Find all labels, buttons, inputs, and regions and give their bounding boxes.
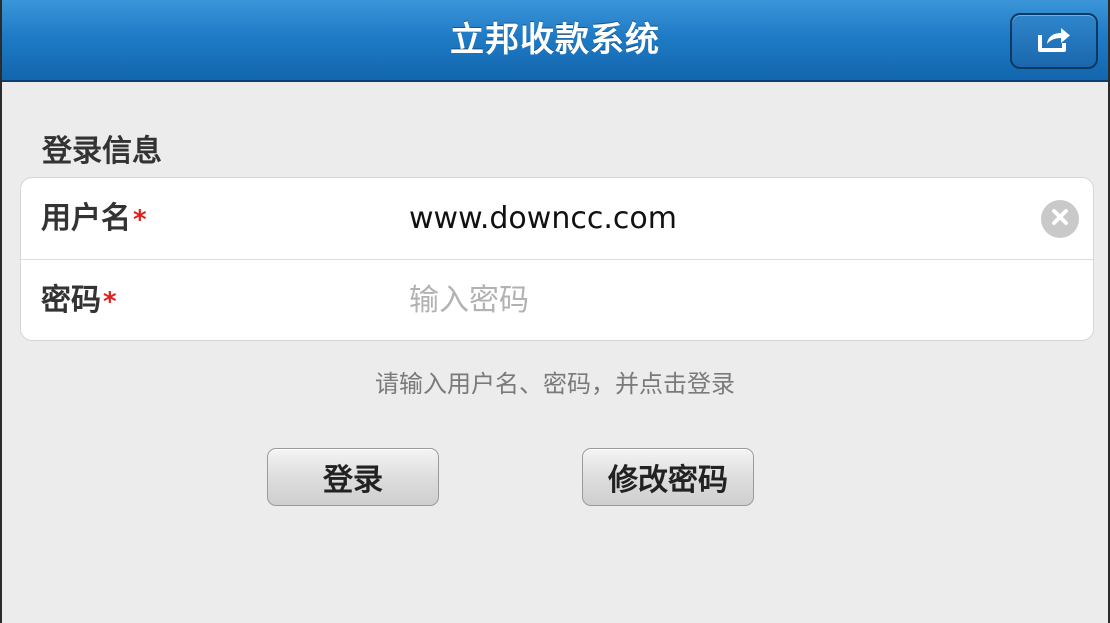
app-window: 立邦收款系统 登录信息 用户名* www.downcc.com 密码* 请输入用… — [0, 0, 1110, 623]
username-label-text: 用户名 — [41, 201, 131, 236]
clear-username-button[interactable] — [1041, 200, 1079, 238]
required-mark: * — [103, 287, 117, 317]
password-label-text: 密码 — [41, 283, 101, 318]
login-hint: 请输入用户名、密码，并点击登录 — [375, 370, 735, 398]
username-row: 用户名* — [21, 178, 1093, 259]
required-mark: * — [133, 205, 147, 235]
login-form: 用户名* 密码* — [20, 177, 1094, 341]
username-input[interactable] — [409, 192, 1029, 244]
change-password-button[interactable]: 修改密码 — [582, 448, 754, 506]
password-label: 密码* — [41, 260, 117, 340]
username-label: 用户名* — [41, 178, 147, 259]
login-button[interactable]: 登录 — [267, 448, 439, 506]
page-title: 立邦收款系统 — [450, 20, 660, 60]
title-bar: 立邦收款系统 — [2, 0, 1108, 82]
section-title: 登录信息 — [42, 134, 162, 169]
share-button[interactable] — [1010, 13, 1098, 69]
password-input[interactable] — [409, 274, 1029, 326]
password-row: 密码* — [21, 259, 1093, 340]
share-icon — [1036, 25, 1072, 57]
clear-icon — [1050, 207, 1070, 231]
